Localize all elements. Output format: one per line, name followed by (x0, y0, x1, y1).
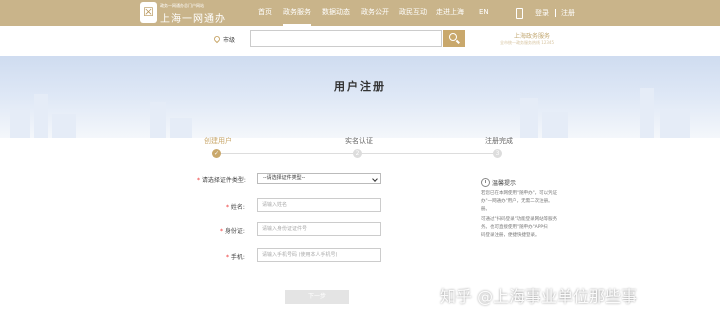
step-3-dot: 3 (493, 149, 502, 158)
step-verify-label: 实名认证 (345, 137, 373, 145)
id-type-label: * 请选择证件类型: (197, 177, 246, 184)
watermark: 知乎 @上海事业单位那些事 (440, 287, 638, 306)
id-number-label: * 身份证: (220, 228, 245, 235)
top-navigation-bar: ☒ 政务一网通办总门户网站 上海一网通办 首页 政务服务 数据动态 政务公开 政… (0, 0, 720, 26)
search-button[interactable] (443, 30, 465, 47)
logo-title: 上海一网通办 (160, 14, 226, 25)
tips-line: 务。也可直接使用"随申办"APP扫 (481, 225, 548, 230)
tips-line: 办"一网通办"用户，无需二次注册。 (481, 199, 553, 204)
divider (555, 9, 556, 17)
location-pin-icon (212, 34, 222, 44)
page-title: 用户注册 (334, 80, 386, 93)
search-input[interactable] (250, 30, 442, 47)
tips-line: 码登录注册，便捷快捷登录。 (481, 233, 540, 238)
site-logo[interactable]: ☒ 政务一网通办总门户网站 上海一网通办 (140, 2, 228, 25)
mobile-phone-icon[interactable] (516, 8, 523, 19)
nav-public-interaction[interactable]: 政民互动 (399, 0, 427, 26)
page-banner: 用户注册 (0, 56, 720, 138)
name-input[interactable]: 请输入姓名 (257, 198, 381, 212)
info-icon (481, 178, 490, 187)
nav-home[interactable]: 首页 (258, 0, 272, 26)
step-complete-label: 注册完成 (485, 137, 513, 145)
id-number-input[interactable]: 请输入身份证证件号 (257, 222, 381, 236)
name-label: * 姓名: (226, 204, 245, 211)
tips-line: 册。 (481, 207, 490, 212)
nav-data-updates[interactable]: 数据动态 (322, 0, 350, 26)
step-connector (220, 153, 354, 154)
logo-subtitle: 政务一网通办总门户网站 (160, 3, 204, 8)
tips-line: 若您已在本网使用"随申办"，可以凭证 (481, 191, 558, 196)
phone-label: * 手机: (226, 254, 245, 261)
logo-emblem-icon: ☒ (140, 2, 157, 23)
id-type-select[interactable]: --请选择证件类型-- (257, 173, 381, 184)
chevron-down-icon (372, 176, 378, 182)
region-selector[interactable]: 市级 (223, 35, 235, 44)
nav-about-shanghai[interactable]: 走进上海 (436, 0, 464, 26)
step-create-user-label: 创建用户 (204, 137, 232, 145)
hotline-subtitle: 全市统一政务服务热线 12345 (500, 40, 554, 45)
next-step-button[interactable]: 下一步 (285, 290, 349, 304)
step-2-dot: 2 (353, 149, 362, 158)
tips-title: 温馨提示 (492, 180, 517, 187)
login-link[interactable]: 登录 (535, 0, 549, 26)
nav-english[interactable]: EN (479, 0, 489, 26)
search-bar: 市级 上海政务服务 全市统一政务服务热线 12345 (0, 26, 720, 57)
hotline-title: 上海政务服务 (514, 33, 551, 40)
register-link[interactable]: 注册 (561, 0, 575, 26)
phone-input[interactable]: 请输入手机号码 (使用本人手机号) (257, 248, 381, 262)
step-check-icon: ✓ (212, 149, 221, 158)
nav-government-services[interactable]: 政务服务 (283, 0, 311, 26)
step-connector (361, 153, 495, 154)
tips-line: 可通过"扫码登录"功能登录网站等服务 (481, 217, 558, 222)
nav-government-disclosure[interactable]: 政务公开 (361, 0, 389, 26)
